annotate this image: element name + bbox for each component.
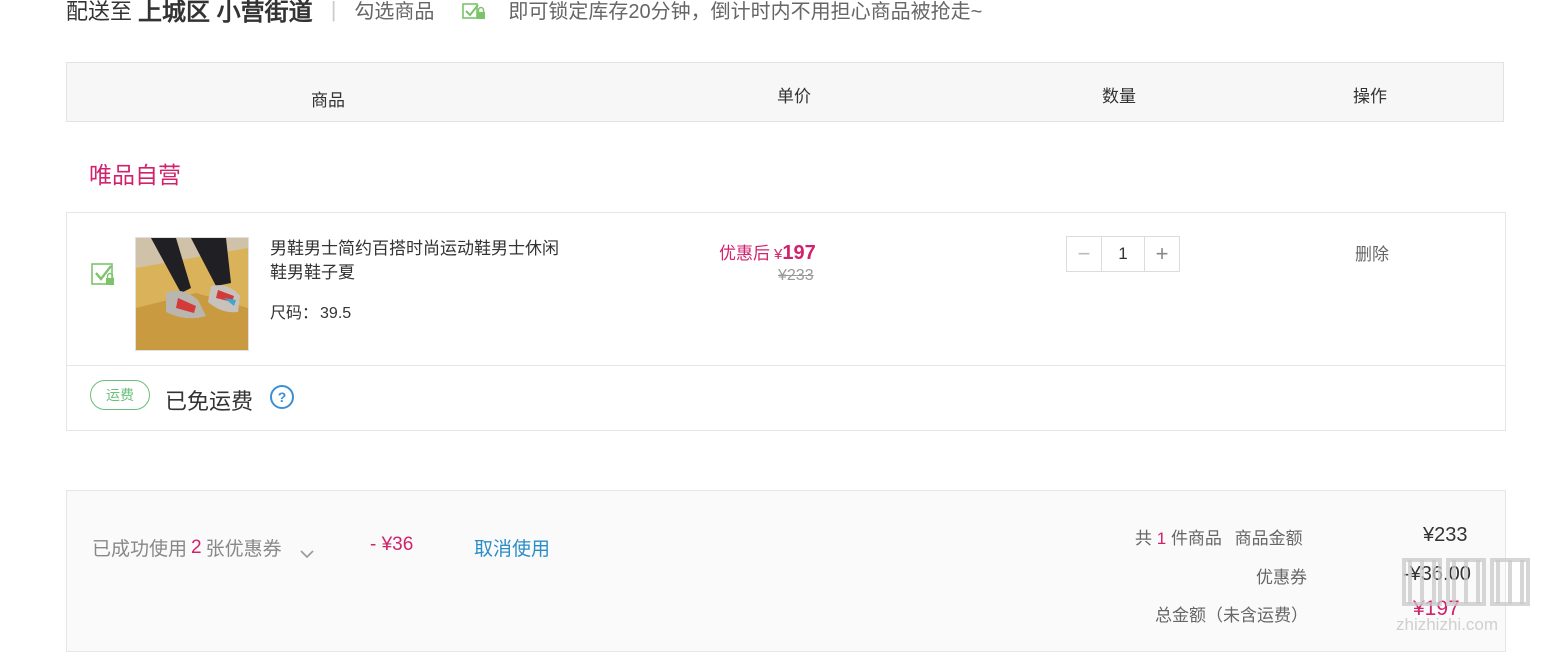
panel-divider	[67, 365, 1505, 366]
unit-price: 优惠后 ¥ 197	[719, 239, 816, 265]
size-value: 39.5	[320, 305, 352, 322]
size-label: 尺码：	[270, 305, 319, 322]
delivery-separator: |	[330, 0, 337, 22]
coupon-discount: - ¥36	[370, 534, 414, 555]
header-quantity: 数量	[1102, 87, 1136, 106]
watermark-logo: zhizhizhi.com	[1390, 552, 1540, 638]
header-product: 商品	[311, 91, 345, 110]
item-checkbox[interactable]	[91, 262, 114, 285]
chevron-down-icon[interactable]	[300, 543, 314, 558]
count-suffix: 件商品	[1170, 529, 1222, 548]
quantity-input[interactable]: 1	[1101, 237, 1145, 271]
item-count: 1	[1156, 529, 1167, 548]
discount-label: 优惠后	[719, 244, 770, 263]
total-label: 总金额（未含运费）	[1155, 606, 1308, 625]
cart-item-panel: 男鞋男士简约百搭时尚运动鞋男士休闲鞋男鞋子夏 尺码： 39.5 优惠后 ¥ 197…	[66, 212, 1506, 431]
product-name[interactable]: 男鞋男士简约百搭时尚运动鞋男士休闲鞋男鞋子夏	[270, 237, 560, 285]
currency-symbol: ¥	[774, 246, 783, 263]
order-summary: 已成功使用 2 张优惠券 - ¥36 取消使用 共 1 件商品 商品金额 ¥23…	[66, 490, 1506, 652]
item-count-row: 共 1 件商品 商品金额	[1135, 524, 1303, 549]
help-icon[interactable]: ?	[270, 385, 294, 409]
cancel-coupon-link[interactable]: 取消使用	[474, 534, 550, 561]
lock-hint: 即可锁定库存20分钟，倒计时内不用担心商品被抢走~	[508, 1, 983, 23]
increase-quantity-button[interactable]: +	[1145, 237, 1179, 271]
coupon-prefix: 已成功使用	[92, 539, 188, 560]
delivery-area[interactable]: 上城区 小营街道	[138, 0, 313, 27]
goods-amount-label: 商品金额	[1234, 529, 1303, 548]
store-name[interactable]: 唯品自营	[89, 156, 181, 190]
lock-checkbox-icon	[462, 1, 486, 19]
header-unit-price: 单价	[777, 87, 811, 106]
coupon-suffix: 张优惠券	[205, 539, 282, 560]
select-hint: 勾选商品	[354, 1, 435, 23]
coupon-selector[interactable]: 已成功使用 2 张优惠券	[92, 534, 314, 561]
quantity-stepper: − 1 +	[1066, 236, 1180, 272]
original-price: ¥233	[778, 267, 814, 284]
coupon-count: 2	[191, 536, 202, 558]
delivery-prefix: 配送至	[66, 0, 133, 24]
product-image[interactable]	[135, 237, 249, 351]
count-prefix: 共	[1135, 529, 1152, 548]
svg-text:zhizhizhi.com: zhizhizhi.com	[1396, 615, 1498, 634]
shipping-status: 已免运费	[165, 389, 254, 414]
delete-item-link[interactable]: 删除	[1355, 240, 1389, 265]
cart-table-header: 商品 单价 数量 操作	[66, 62, 1504, 122]
shipping-badge: 运费	[90, 380, 150, 410]
discounted-price: 197	[782, 242, 816, 264]
coupon-amount-label: 优惠券	[1256, 568, 1307, 587]
header-action: 操作	[1353, 87, 1387, 106]
goods-amount-value: ¥233	[1423, 524, 1468, 546]
delivery-bar: 配送至 上城区 小营街道 | 勾选商品 即可锁定库存20分钟，倒计时内不用担心商…	[66, 0, 982, 27]
product-size: 尺码： 39.5	[270, 299, 351, 323]
decrease-quantity-button[interactable]: −	[1067, 237, 1101, 271]
